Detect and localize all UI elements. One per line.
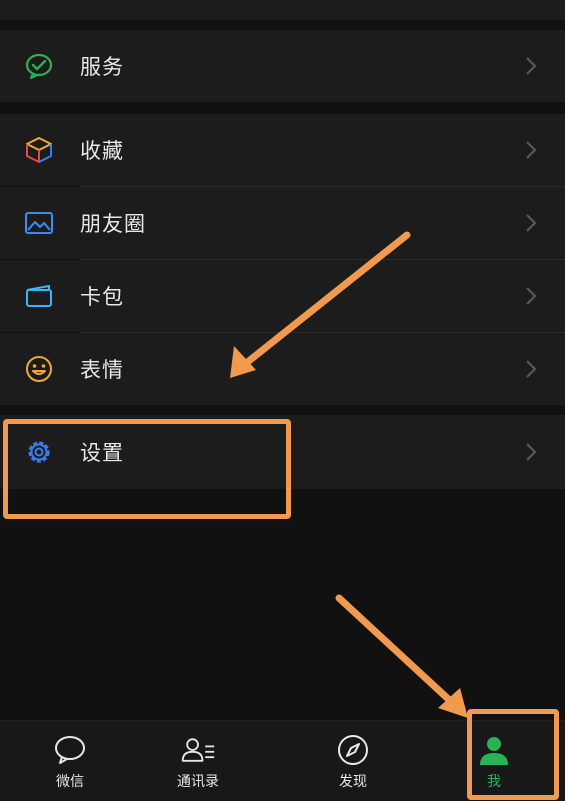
tab-label: 我 [487,774,501,790]
tab-label: 微信 [56,774,84,790]
chevron-right-icon [521,54,541,78]
menu-item-services[interactable]: 服务 [0,30,565,102]
menu-item-cards[interactable]: 卡包 [0,260,565,332]
compass-icon [335,733,371,767]
box-icon [23,134,55,166]
chevron-right-icon [521,211,541,235]
tab-chats[interactable]: 微信 [15,721,125,801]
arrow-to-me-tab [335,594,462,712]
gear-icon [23,436,55,468]
menu-item-label: 卡包 [80,285,124,309]
tab-contacts[interactable]: 通讯录 [143,721,253,801]
wechat-pay-icon [23,50,55,82]
menu-item-moments[interactable]: 朋友圈 [0,187,565,259]
chevron-right-icon [521,357,541,381]
bottom-tab-bar: 微信 通讯录 发现 我 [0,720,565,801]
tab-discover[interactable]: 发现 [298,721,408,801]
menu-item-label: 表情 [80,358,124,382]
tab-me[interactable]: 我 [439,721,549,801]
top-section-remnant [0,0,565,20]
menu-item-favorites[interactable]: 收藏 [0,114,565,186]
menu-item-label: 设置 [80,441,124,465]
chevron-right-icon [521,284,541,308]
card-icon [23,280,55,312]
menu-item-stickers[interactable]: 表情 [0,333,565,405]
arrow-head-me-tab [438,688,468,718]
menu-item-settings[interactable]: 设置 [0,415,565,489]
chevron-right-icon [521,138,541,162]
menu-item-label: 服务 [80,55,124,79]
contacts-icon [180,733,216,767]
menu-item-label: 朋友圈 [80,212,146,236]
menu-item-label: 收藏 [80,139,124,163]
image-icon [23,207,55,239]
tab-label: 发现 [339,774,367,790]
chevron-right-icon [521,440,541,464]
smile-icon [23,353,55,385]
tab-label: 通讯录 [177,774,219,790]
person-icon [476,733,512,767]
chat-bubble-icon [52,733,88,767]
